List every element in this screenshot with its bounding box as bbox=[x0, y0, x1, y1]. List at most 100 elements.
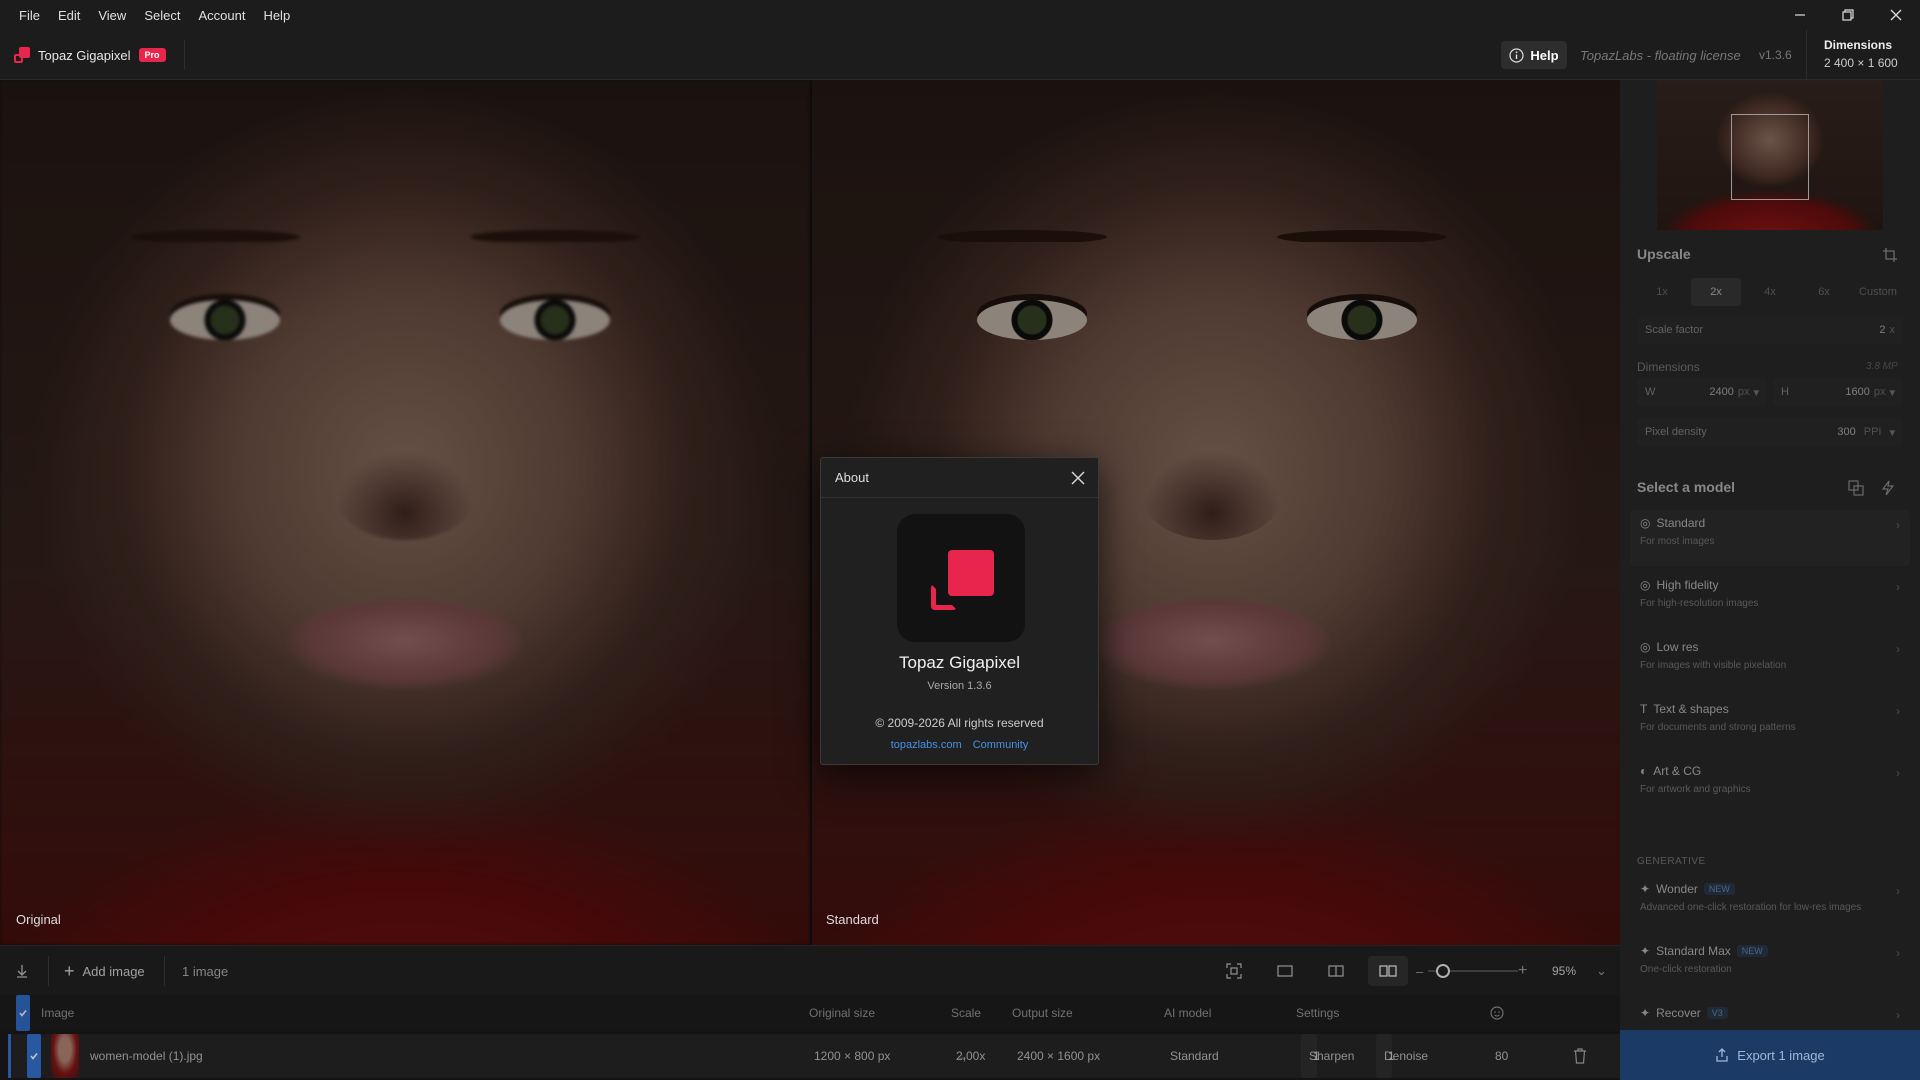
zoom-level[interactable]: 95% bbox=[1552, 946, 1576, 996]
side-by-side-view-button[interactable] bbox=[1368, 956, 1408, 986]
model-name: Wonder bbox=[1656, 882, 1698, 896]
model-standard[interactable]: ◎ Standard For most images › bbox=[1630, 510, 1910, 566]
col-image[interactable]: Image bbox=[41, 995, 74, 1031]
height-value: 1600 bbox=[1845, 386, 1870, 398]
pixel-density-field[interactable]: Pixel density 300 PPI ▾ bbox=[1637, 418, 1903, 446]
col-settings[interactable]: Settings bbox=[1296, 995, 1339, 1031]
split-view-button[interactable] bbox=[1316, 956, 1356, 986]
select-model-title: Select a model bbox=[1637, 479, 1736, 495]
image-list-header: Image Original size Scale Output size AI… bbox=[0, 995, 1620, 1031]
chevron-down-icon[interactable]: ▾ bbox=[1753, 386, 1759, 399]
minimize-icon bbox=[1795, 14, 1805, 16]
about-title: About bbox=[835, 470, 869, 485]
pixel-density-label: Pixel density bbox=[1645, 426, 1707, 438]
model-wonder[interactable]: ✦ Wonder NEW Advanced one-click restoratio… bbox=[1630, 876, 1910, 932]
focus-icon bbox=[1226, 963, 1242, 979]
scale-factor-field[interactable]: Scale factor 2 x bbox=[1637, 316, 1903, 344]
original-label: Original bbox=[16, 912, 61, 927]
model-art-cg[interactable]: ◐ Art & CG For artwork and graphics › bbox=[1630, 758, 1910, 814]
circle-icon: ◎ bbox=[1640, 578, 1651, 592]
text-icon: T bbox=[1640, 702, 1648, 716]
topazlabs-link[interactable]: topazlabs.com bbox=[891, 739, 962, 751]
model-desc: For most images bbox=[1640, 536, 1715, 547]
height-field[interactable]: H 1600 px ▾ bbox=[1773, 378, 1903, 406]
menu-view[interactable]: View bbox=[89, 8, 135, 23]
row-face-value: 80 bbox=[1495, 1049, 1509, 1063]
chevron-down-icon[interactable]: ▾ bbox=[1889, 386, 1895, 399]
scale-tab-2x[interactable]: 2x bbox=[1691, 278, 1741, 306]
upscale-title: Upscale bbox=[1637, 246, 1691, 262]
compare-models-icon[interactable] bbox=[1848, 480, 1864, 496]
palette-icon: ◐ bbox=[1640, 764, 1648, 778]
menu-account[interactable]: Account bbox=[189, 8, 254, 23]
scale-factor-label: Scale factor bbox=[1645, 324, 1704, 336]
chevron-right-icon: › bbox=[1896, 946, 1900, 960]
col-original-size[interactable]: Original size bbox=[809, 995, 875, 1031]
row-original-size: 1200 × 800 px bbox=[814, 1049, 891, 1063]
model-desc: For high-resolution images bbox=[1640, 598, 1759, 609]
about-app-name: Topaz Gigapixel bbox=[899, 653, 1020, 672]
scale-tab-custom[interactable]: Custom bbox=[1853, 278, 1903, 306]
chevron-down-icon[interactable]: ⌄ bbox=[1596, 946, 1607, 996]
help-button[interactable]: Help bbox=[1501, 41, 1567, 69]
sharpen-value: 1 bbox=[1313, 1049, 1320, 1063]
zoom-out-button[interactable]: – bbox=[1416, 946, 1423, 996]
scale-tab-6x[interactable]: 6x bbox=[1799, 278, 1849, 306]
chevron-down-icon[interactable]: ▾ bbox=[1889, 426, 1895, 439]
menu-select[interactable]: Select bbox=[135, 8, 189, 23]
model-name: Text & shapes bbox=[1653, 702, 1729, 716]
menu-file[interactable]: File bbox=[10, 8, 49, 23]
model-low-res[interactable]: ◎ Low res For images with visible pixelat… bbox=[1630, 634, 1910, 690]
chevron-right-icon: › bbox=[1896, 1008, 1900, 1022]
scale-tab-1x[interactable]: 1x bbox=[1637, 278, 1687, 306]
window-controls bbox=[1776, 0, 1920, 30]
dimensions-value: 2 400 × 1 600 bbox=[1824, 56, 1898, 70]
about-close-button[interactable] bbox=[1066, 466, 1090, 490]
check-icon bbox=[16, 995, 30, 1031]
menu-bar: File Edit View Select Account Help bbox=[0, 0, 1920, 30]
arrow-right-icon: → bbox=[956, 1049, 968, 1063]
single-view-button[interactable] bbox=[1265, 956, 1305, 986]
image-viewer[interactable]: Original Standard bbox=[0, 80, 1620, 945]
add-image-button[interactable]: + Add image bbox=[64, 946, 145, 996]
dimensions-readout: Dimensions 2 400 × 1 600 bbox=[1824, 38, 1898, 70]
scale-tab-4x[interactable]: 4x bbox=[1745, 278, 1795, 306]
new-badge: NEW bbox=[1736, 945, 1768, 957]
model-standard-max[interactable]: ✦ Standard Max NEW One-click restoration › bbox=[1630, 938, 1910, 994]
community-link[interactable]: Community bbox=[973, 739, 1029, 751]
table-row[interactable]: women-model (1).jpg 1200 × 800 px 2,00x →… bbox=[8, 1034, 1620, 1078]
menu-help[interactable]: Help bbox=[254, 8, 299, 23]
crop-icon[interactable] bbox=[1882, 247, 1898, 263]
close-window-button[interactable] bbox=[1872, 0, 1920, 30]
side-by-side-icon bbox=[1379, 965, 1397, 977]
delete-button[interactable] bbox=[1573, 1034, 1587, 1078]
trash-icon bbox=[1574, 1048, 1586, 1064]
collapse-button[interactable] bbox=[14, 946, 30, 996]
model-name: Standard Max bbox=[1656, 944, 1731, 958]
original-pane[interactable]: Original bbox=[0, 80, 810, 945]
export-button[interactable]: Export 1 image bbox=[1620, 1030, 1920, 1080]
col-ai-model[interactable]: AI model bbox=[1164, 995, 1211, 1031]
width-field[interactable]: W 2400 px ▾ bbox=[1637, 378, 1767, 406]
zoom-slider-handle[interactable] bbox=[1436, 964, 1450, 978]
col-scale[interactable]: Scale bbox=[951, 995, 981, 1031]
col-output-size[interactable]: Output size bbox=[1012, 995, 1073, 1031]
model-desc: One-click restoration bbox=[1640, 964, 1732, 975]
fit-view-button[interactable] bbox=[1214, 956, 1254, 986]
header-divider bbox=[184, 40, 185, 70]
model-desc: Advanced one-click restoration for low-r… bbox=[1640, 902, 1862, 913]
minimize-button[interactable] bbox=[1776, 0, 1824, 30]
lightning-icon[interactable] bbox=[1880, 480, 1896, 496]
navigator-thumbnail[interactable] bbox=[1657, 80, 1883, 230]
model-high-fidelity[interactable]: ◎ High fidelity For high-resolution image… bbox=[1630, 572, 1910, 628]
chevron-right-icon: › bbox=[1896, 518, 1900, 532]
close-icon bbox=[1890, 9, 1902, 21]
zoom-in-button[interactable]: + bbox=[1518, 946, 1527, 996]
check-icon bbox=[27, 1034, 41, 1078]
model-name: Recover bbox=[1656, 1006, 1701, 1020]
menu-edit[interactable]: Edit bbox=[49, 8, 89, 23]
version-badge: V3 bbox=[1706, 1007, 1728, 1019]
restore-button[interactable] bbox=[1824, 0, 1872, 30]
model-text-shapes[interactable]: T Text & shapes For documents and strong … bbox=[1630, 696, 1910, 752]
height-label: H bbox=[1781, 386, 1789, 398]
